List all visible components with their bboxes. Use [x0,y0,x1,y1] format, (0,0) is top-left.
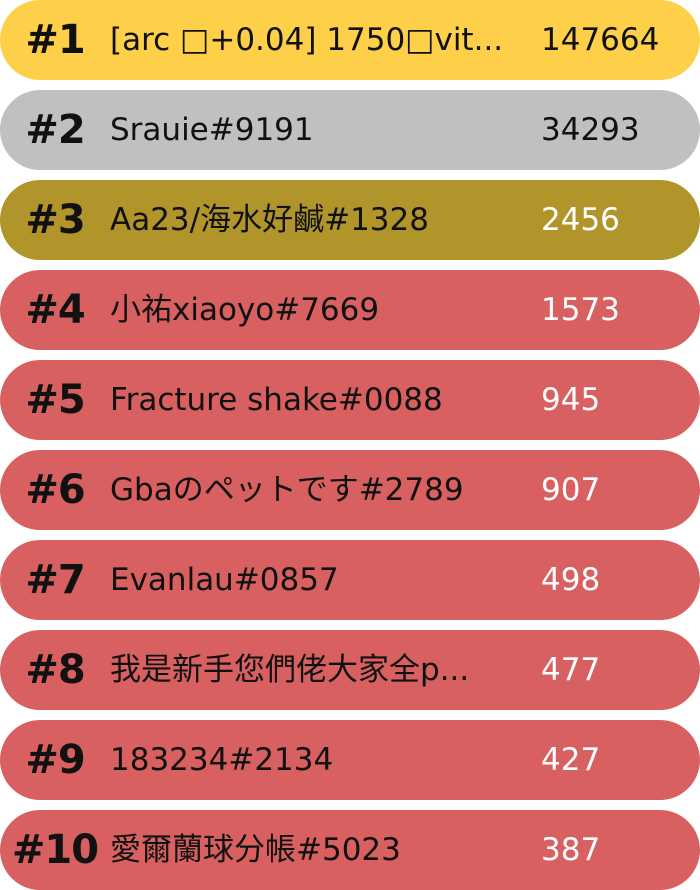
player-score: 945 [541,382,601,418]
player-name: 愛爾蘭球分帳#5023 [110,832,401,868]
leaderboard-row-1: #1 [arc □+0.04] 1750□vit... 147664 [0,0,700,80]
rank-label: #9 [25,737,85,783]
player-score: 498 [541,562,601,598]
player-score: 34293 [541,112,640,148]
leaderboard-row-7: #7 Evanlau#0857 498 [0,540,700,620]
leaderboard-row-10: #10 愛爾蘭球分帳#5023 387 [0,810,700,890]
leaderboard-row-2: #2 Srauie#9191 34293 [0,90,700,170]
leaderboard-row-5: #5 Fracture shake#0088 945 [0,360,700,440]
rank-label: #3 [25,197,85,243]
rank-label: #5 [25,377,85,423]
player-score: 427 [541,742,601,778]
player-score: 387 [541,832,601,868]
rank-label: #7 [25,557,85,603]
player-score: 147664 [541,22,660,58]
leaderboard-row-9: #9 183234#2134 427 [0,720,700,800]
player-name: 183234#2134 [110,742,334,778]
player-score: 477 [541,652,601,688]
player-score: 907 [541,472,601,508]
player-name: Srauie#9191 [110,112,314,148]
rank-label: #2 [25,107,85,153]
player-name: Aa23/海水好鹹#1328 [110,202,429,238]
player-name: Fracture shake#0088 [110,382,443,418]
leaderboard-row-4: #4 小祐xiaoyo#7669 1573 [0,270,700,350]
rank-label: #6 [25,467,85,513]
leaderboard-row-3: #3 Aa23/海水好鹹#1328 2456 [0,180,700,260]
leaderboard-row-6: #6 Gbaのペットです#2789 907 [0,450,700,530]
rank-label: #1 [25,17,85,63]
rank-label: #8 [25,647,85,693]
leaderboard: #1 [arc □+0.04] 1750□vit... 147664 #2 Sr… [0,0,700,890]
player-name: 我是新手您們佬大家全p... [110,652,470,688]
player-score: 1573 [541,292,620,328]
player-name: [arc □+0.04] 1750□vit... [110,22,504,58]
leaderboard-row-8: #8 我是新手您們佬大家全p... 477 [0,630,700,710]
player-score: 2456 [541,202,620,238]
player-name: Evanlau#0857 [110,562,339,598]
rank-label: #10 [11,827,99,873]
rank-label: #4 [25,287,85,333]
player-name: 小祐xiaoyo#7669 [110,292,380,328]
player-name: Gbaのペットです#2789 [110,472,464,508]
